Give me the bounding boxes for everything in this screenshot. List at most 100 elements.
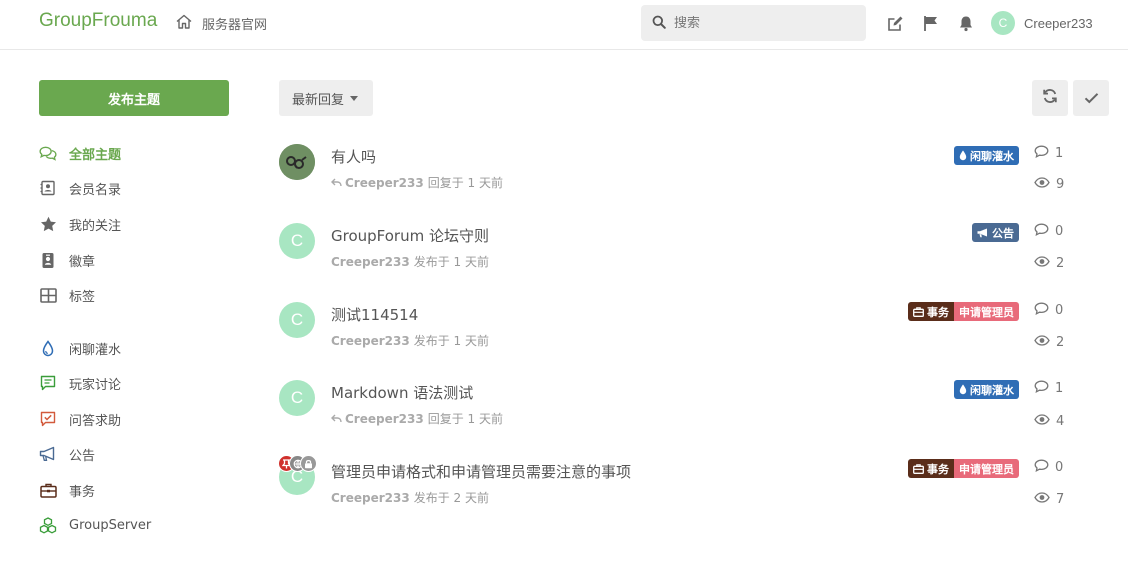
tag-label: 闲聊灌水 — [970, 383, 1014, 397]
topic-title[interactable]: 测试114514 — [331, 304, 418, 325]
tag-label: 事务 — [927, 462, 949, 476]
user-name: Creeper233 — [1024, 15, 1093, 31]
topic-tags: 公告 — [972, 223, 1019, 242]
view-count-value: 2 — [1056, 335, 1065, 350]
topic-row[interactable]: 有人吗 Creeper233 回复于 1 天前 闲聊灌水 1 9 — [279, 140, 1079, 206]
bell-icon[interactable] — [957, 14, 975, 32]
sidebar-item-label: 标签 — [69, 289, 96, 305]
home-link-label: 服务器官网 — [202, 18, 268, 33]
sidebar-item-label: 全部主题 — [69, 147, 122, 163]
topic-author[interactable]: Creeper233 — [345, 412, 424, 426]
sidebar-item-badges[interactable]: 徽章 — [39, 250, 95, 270]
topic-time: 发布于 2 天前 — [413, 491, 489, 505]
sidebar-item-label: 徽章 — [69, 254, 96, 270]
comment-icon — [1034, 459, 1055, 476]
topic-author[interactable]: Creeper233 — [345, 176, 424, 190]
home-link[interactable]: 服务器官网 — [176, 14, 267, 33]
star-icon — [39, 215, 57, 233]
id-badge-icon — [39, 251, 57, 269]
sidebar-item-qa[interactable]: 问答求助 — [39, 409, 121, 429]
avatar[interactable]: C — [279, 302, 315, 338]
tag-announcement[interactable]: 公告 — [972, 223, 1019, 242]
eye-icon — [1034, 177, 1056, 192]
sidebar-item-groupserver[interactable]: GroupServer — [39, 515, 151, 535]
view-count: 2 — [1034, 335, 1064, 350]
topic-title[interactable]: 有人吗 — [331, 146, 376, 167]
avatar[interactable]: C — [279, 380, 315, 416]
eye-icon — [1034, 335, 1056, 350]
refresh-icon — [1042, 88, 1058, 108]
avatar[interactable] — [279, 144, 315, 180]
topic-author[interactable]: Creeper233 — [331, 334, 410, 348]
topic-author[interactable]: Creeper233 — [331, 255, 410, 269]
topic-title[interactable]: 管理员申请格式和申请管理员需要注意的事项 — [331, 461, 631, 482]
sidebar-item-announcements[interactable]: 公告 — [39, 444, 95, 464]
topic-row[interactable]: C GroupForum 论坛守则 Creeper233 发布于 1 天前 公告… — [279, 219, 1079, 285]
water-drop-icon — [959, 150, 967, 161]
topic-row[interactable]: C 测试114514 Creeper233 发布于 1 天前 事务 申请管理员 … — [279, 298, 1079, 364]
sidebar-item-label: 会员名录 — [69, 182, 122, 198]
sidebar-item-label: 我的关注 — [69, 218, 122, 234]
tag-label: 申请管理员 — [959, 462, 1014, 476]
search-input[interactable] — [674, 15, 854, 31]
sidebar-item-chat[interactable]: 闲聊灌水 — [39, 338, 121, 358]
view-count-value: 2 — [1056, 256, 1065, 271]
sidebar-item-label: 事务 — [69, 484, 96, 500]
sort-label: 最新回复 — [292, 92, 345, 108]
tag-chat[interactable]: 闲聊灌水 — [954, 146, 1019, 165]
reply-count-value: 1 — [1055, 381, 1064, 396]
comment-alt-icon — [39, 374, 57, 392]
view-count: 7 — [1034, 492, 1064, 507]
topic-row[interactable]: C 管理员申请格式和申请管理员需要注意的事项 Creeper233 发布于 2 … — [278, 455, 1079, 521]
eye-icon — [1034, 256, 1056, 271]
tag-admin-application[interactable]: 申请管理员 — [954, 459, 1019, 478]
topic-time: 发布于 1 天前 — [413, 255, 489, 269]
briefcase-icon — [39, 481, 57, 499]
avatar[interactable]: C — [279, 223, 315, 259]
sidebar-item-all-topics[interactable]: 全部主题 — [39, 143, 121, 163]
reply-count-value: 1 — [1055, 146, 1064, 161]
topic-time: 回复于 1 天前 — [427, 176, 503, 190]
check-icon — [1084, 89, 1099, 108]
view-count: 2 — [1034, 256, 1064, 271]
reply-count: 0 — [1034, 459, 1063, 476]
tag-chat[interactable]: 闲聊灌水 — [954, 380, 1019, 399]
sidebar-item-following[interactable]: 我的关注 — [39, 214, 121, 234]
new-topic-button[interactable]: 发布主题 — [39, 80, 229, 116]
topic-meta: Creeper233 发布于 2 天前 — [331, 489, 489, 506]
topic-time: 发布于 1 天前 — [413, 334, 489, 348]
view-count: 4 — [1034, 414, 1064, 429]
topic-title[interactable]: Markdown 语法测试 — [331, 382, 473, 403]
eye-icon — [1034, 492, 1056, 507]
reply-count: 1 — [1034, 145, 1063, 162]
sidebar-item-player-discussion[interactable]: 玩家讨论 — [39, 373, 121, 393]
sidebar-item-affairs[interactable]: 事务 — [39, 480, 95, 500]
tag-admin-application[interactable]: 申请管理员 — [954, 302, 1019, 321]
topic-tags: 闲聊灌水 — [954, 146, 1019, 165]
reply-count: 0 — [1034, 223, 1063, 240]
topic-meta: Creeper233 回复于 1 天前 — [331, 174, 503, 191]
site-logo[interactable]: GroupFrouma — [39, 10, 157, 32]
refresh-button[interactable] — [1032, 80, 1068, 116]
user-menu[interactable]: C Creeper233 — [991, 11, 1093, 35]
search-box[interactable] — [641, 5, 866, 41]
topic-title[interactable]: GroupForum 论坛守则 — [331, 225, 489, 246]
topic-tags: 事务 申请管理员 — [908, 459, 1019, 478]
topic-status-badges — [278, 455, 317, 472]
sidebar-item-label: 公告 — [69, 448, 96, 464]
sidebar-item-tags[interactable]: 标签 — [39, 285, 95, 305]
sort-dropdown[interactable]: 最新回复 — [279, 80, 373, 116]
sidebar-item-label: 闲聊灌水 — [69, 342, 122, 358]
tag-affairs[interactable]: 事务 — [908, 459, 954, 478]
sidebar-item-members[interactable]: 会员名录 — [39, 178, 121, 198]
flag-icon[interactable] — [922, 14, 940, 32]
search-icon — [652, 14, 666, 33]
topic-row[interactable]: C Markdown 语法测试 Creeper233 回复于 1 天前 闲聊灌水… — [279, 376, 1079, 442]
tag-label: 申请管理员 — [959, 305, 1014, 319]
tag-label: 公告 — [992, 226, 1014, 240]
topic-meta: Creeper233 发布于 1 天前 — [331, 332, 489, 349]
topic-author[interactable]: Creeper233 — [331, 491, 410, 505]
tag-affairs[interactable]: 事务 — [908, 302, 954, 321]
mark-all-read-button[interactable] — [1073, 80, 1109, 116]
edit-icon[interactable] — [886, 14, 904, 32]
